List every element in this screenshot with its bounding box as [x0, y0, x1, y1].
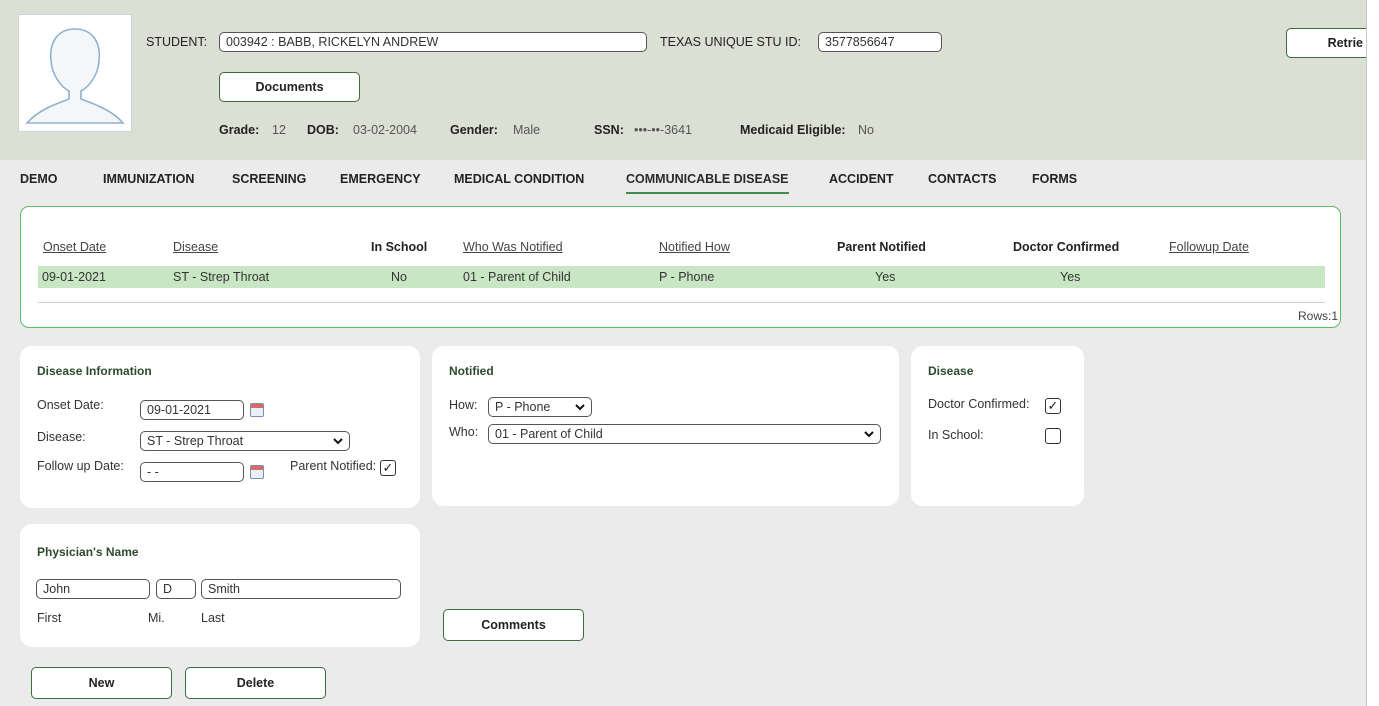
- doctor-confirmed-checkbox[interactable]: ✓: [1045, 398, 1061, 414]
- disease-information-card: Disease Information Onset Date: 09-01-20…: [20, 346, 420, 508]
- gender-value: Male: [513, 123, 541, 137]
- medicaid-value: No: [858, 123, 874, 137]
- cell-doctor-confirmed: Yes: [1060, 270, 1081, 284]
- tab-immunization[interactable]: IMMUNIZATION: [103, 172, 194, 186]
- physician-card: Physician's Name John D Smith First Mi. …: [20, 524, 420, 647]
- user-silhouette-icon: [25, 28, 125, 124]
- in-school-label: In School:: [928, 428, 984, 442]
- ssn-label: SSN:: [594, 123, 624, 137]
- tab-contacts[interactable]: CONTACTS: [928, 172, 997, 186]
- comments-button[interactable]: Comments: [443, 609, 584, 641]
- physician-last-name-field[interactable]: Smith: [201, 579, 401, 599]
- tab-screening[interactable]: SCREENING: [232, 172, 306, 186]
- cell-who-notified: 01 - Parent of Child: [463, 270, 571, 284]
- tab-emergency[interactable]: EMERGENCY: [340, 172, 421, 186]
- how-select[interactable]: P - Phone: [488, 397, 592, 417]
- window-edge: [1366, 0, 1379, 706]
- retrieve-button[interactable]: Retrie: [1286, 28, 1378, 58]
- student-field[interactable]: 003942 : BABB, RICKELYN ANDREW: [219, 32, 647, 52]
- cell-parent-notified: Yes: [875, 270, 896, 284]
- student-header: STUDENT: 003942 : BABB, RICKELYN ANDREW …: [0, 0, 1378, 160]
- col-disease[interactable]: Disease: [173, 240, 218, 254]
- chevron-down-icon: [333, 438, 343, 445]
- delete-button[interactable]: Delete: [185, 667, 326, 699]
- texas-id-field[interactable]: 3577856647: [818, 32, 942, 52]
- last-label: Last: [201, 611, 225, 625]
- ssn-value: •••-••-3641: [634, 123, 693, 137]
- grade-label: Grade:: [219, 123, 260, 137]
- parent-notified-checkbox[interactable]: ✓: [380, 460, 396, 476]
- who-select[interactable]: 01 - Parent of Child: [488, 424, 881, 444]
- col-in-school: In School: [371, 240, 428, 254]
- physician-middle-initial-field[interactable]: D: [156, 579, 196, 599]
- new-button[interactable]: New: [31, 667, 172, 699]
- dob-value: 03-02-2004: [353, 123, 417, 137]
- cell-in-school: No: [391, 270, 407, 284]
- medicaid-label: Medicaid Eligible:: [740, 123, 846, 137]
- physician-first-name-field[interactable]: John: [36, 579, 150, 599]
- table-row[interactable]: 09-01-2021 ST - Strep Throat No 01 - Par…: [38, 266, 1325, 288]
- onset-date-field[interactable]: 09-01-2021: [140, 400, 244, 420]
- disease-select[interactable]: ST - Strep Throat: [140, 431, 350, 451]
- section-tabs: DEMO IMMUNIZATION SCREENING EMERGENCY ME…: [0, 160, 1366, 196]
- follow-up-date-label: Follow up Date:: [37, 459, 124, 473]
- card-title: Disease Information: [37, 364, 152, 378]
- mi-label: Mi.: [148, 611, 165, 625]
- calendar-icon[interactable]: [250, 403, 264, 417]
- grade-value: 12: [272, 123, 286, 137]
- card-title: Notified: [449, 364, 494, 378]
- cell-disease: ST - Strep Throat: [173, 270, 270, 284]
- grid-divider: [38, 302, 1325, 303]
- how-select-value: P - Phone: [495, 400, 551, 414]
- col-who-notified[interactable]: Who Was Notified: [463, 240, 563, 254]
- cell-notified-how: P - Phone: [659, 270, 715, 284]
- who-select-value: 01 - Parent of Child: [495, 427, 603, 441]
- tab-demo[interactable]: DEMO: [20, 172, 58, 186]
- disease-select-value: ST - Strep Throat: [147, 434, 244, 448]
- student-avatar: [18, 14, 132, 132]
- rows-count: Rows:1: [1297, 309, 1338, 323]
- how-label: How:: [449, 398, 478, 412]
- notified-card: Notified How: P - Phone Who: 01 - Parent…: [432, 346, 899, 506]
- col-parent-notified: Parent Notified: [837, 240, 926, 254]
- follow-up-date-field[interactable]: - -: [140, 462, 244, 482]
- doctor-confirmed-label: Doctor Confirmed:: [928, 397, 1030, 411]
- calendar-icon[interactable]: [250, 465, 264, 479]
- card-title: Disease: [928, 364, 974, 378]
- documents-button[interactable]: Documents: [219, 72, 360, 102]
- disease-status-card: Disease Doctor Confirmed: ✓ In School:: [911, 346, 1084, 506]
- in-school-checkbox[interactable]: [1045, 428, 1061, 444]
- col-followup-date[interactable]: Followup Date: [1169, 240, 1249, 254]
- col-notified-how[interactable]: Notified How: [659, 240, 730, 254]
- parent-notified-label: Parent Notified:: [290, 459, 377, 473]
- card-title: Physician's Name: [37, 545, 139, 559]
- onset-date-label: Onset Date:: [37, 398, 104, 412]
- tab-accident[interactable]: ACCIDENT: [829, 172, 894, 186]
- texas-id-label: TEXAS UNIQUE STU ID:: [660, 35, 801, 49]
- first-label: First: [37, 611, 62, 625]
- disease-label: Disease:: [37, 430, 86, 444]
- student-label: STUDENT:: [146, 35, 208, 49]
- chevron-down-icon: [575, 404, 585, 411]
- who-label: Who:: [449, 425, 479, 439]
- col-onset-date[interactable]: Onset Date: [43, 240, 106, 254]
- cell-onset-date: 09-01-2021: [42, 270, 106, 284]
- dob-label: DOB:: [307, 123, 339, 137]
- gender-label: Gender:: [450, 123, 498, 137]
- tab-communicable-disease[interactable]: COMMUNICABLE DISEASE: [626, 172, 789, 194]
- tab-forms[interactable]: FORMS: [1032, 172, 1077, 186]
- col-doctor-confirmed: Doctor Confirmed: [1013, 240, 1120, 254]
- tab-medical-condition[interactable]: MEDICAL CONDITION: [454, 172, 584, 186]
- disease-grid: Onset Date Disease In School Who Was Not…: [20, 206, 1341, 328]
- chevron-down-icon: [864, 431, 874, 438]
